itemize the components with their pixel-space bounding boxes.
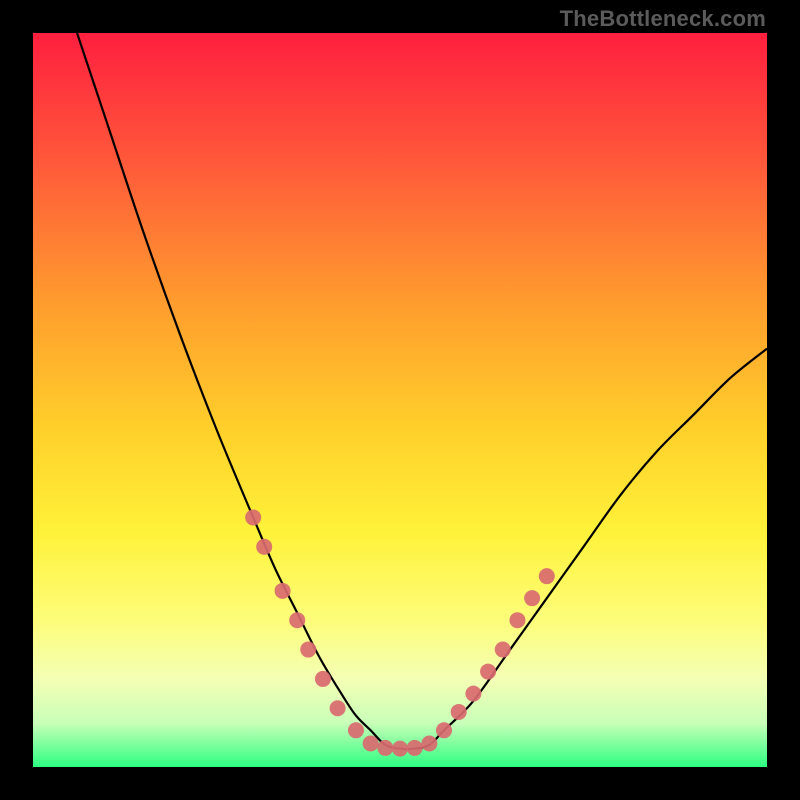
highlight-dot — [377, 740, 393, 756]
highlight-dot — [539, 568, 555, 584]
chart-canvas: TheBottleneck.com — [0, 0, 800, 800]
highlight-dot — [348, 722, 364, 738]
highlight-dot — [480, 664, 496, 680]
highlight-dot — [495, 642, 511, 658]
plot-area — [33, 33, 767, 767]
highlight-dot — [421, 736, 437, 752]
highlight-dot — [407, 740, 423, 756]
highlight-dot — [275, 583, 291, 599]
highlight-dot — [509, 612, 525, 628]
bottleneck-curve — [77, 33, 767, 749]
watermark-text: TheBottleneck.com — [560, 6, 766, 32]
highlight-dot — [465, 686, 481, 702]
highlight-dot — [524, 590, 540, 606]
highlight-dot — [300, 642, 316, 658]
highlight-dot — [245, 509, 261, 525]
highlight-dot — [392, 741, 408, 757]
highlight-dot — [315, 671, 331, 687]
highlight-dot — [436, 722, 452, 738]
highlight-dots-group — [245, 509, 555, 756]
highlight-dot — [363, 736, 379, 752]
highlight-dot — [289, 612, 305, 628]
curve-layer — [33, 33, 767, 767]
highlight-dot — [256, 539, 272, 555]
highlight-dot — [451, 704, 467, 720]
highlight-dot — [330, 700, 346, 716]
